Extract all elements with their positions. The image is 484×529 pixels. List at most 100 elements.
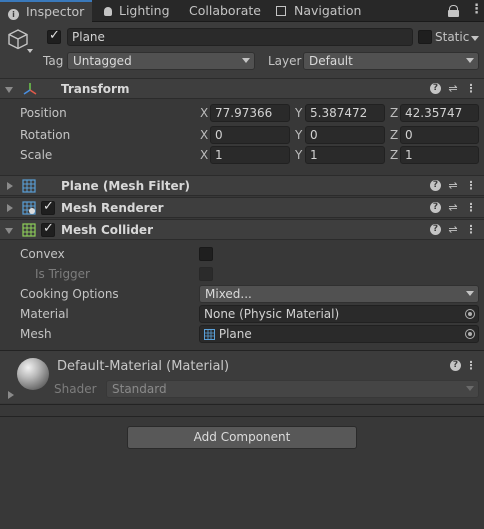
presets-icon[interactable]: ⇌ [447, 223, 459, 237]
rotation-y-field[interactable]: 0 [305, 126, 385, 144]
tab-lighting[interactable]: Lighting [104, 0, 170, 22]
tab-menu-icon[interactable]: ⋮ [470, 3, 483, 17]
chevron-down-icon [242, 58, 250, 63]
transform-axes-icon [23, 83, 37, 95]
presets-icon[interactable]: ⇌ [447, 82, 459, 96]
tab-lighting-label: Lighting [118, 3, 170, 18]
chevron-down-icon [466, 58, 474, 63]
mesh-value: Plane [218, 327, 252, 341]
scale-y-field[interactable]: 1 [305, 146, 385, 164]
shader-dropdown-value: Standard [112, 382, 167, 396]
navigation-icon [276, 6, 286, 16]
convex-label: Convex [20, 247, 65, 261]
layer-label: Layer [268, 54, 302, 68]
context-menu-icon[interactable]: ⋮ [465, 179, 477, 193]
add-component-label: Add Component [193, 430, 291, 444]
position-z-field[interactable]: 42.35747 [400, 104, 479, 122]
static-label: Static [435, 30, 470, 44]
presets-icon[interactable]: ⇌ [447, 201, 459, 215]
mesh-filter-title: Plane (Mesh Filter) [61, 179, 190, 193]
shader-label: Shader [54, 382, 97, 396]
tab-inspector[interactable]: i Inspector [0, 0, 92, 22]
context-menu-icon[interactable]: ⋮ [465, 359, 477, 373]
rotation-x-axis-label[interactable]: X [200, 128, 208, 142]
material-header[interactable]: Default-Material (Material) ? ⋮ Shader S… [0, 351, 484, 403]
rotation-z-axis-label[interactable]: Z [390, 128, 398, 142]
mesh-collider-title: Mesh Collider [61, 223, 153, 237]
help-icon[interactable]: ? [430, 83, 441, 94]
scale-y-axis-label[interactable]: Y [295, 148, 302, 162]
mesh-renderer-enabled-checkbox[interactable] [41, 199, 55, 215]
layer-dropdown[interactable]: Default [303, 52, 479, 70]
position-y-axis-label[interactable]: Y [295, 106, 302, 120]
tab-collaborate-label: Collaborate [189, 3, 261, 18]
divider [0, 416, 484, 417]
chevron-down-icon [466, 291, 474, 296]
rotation-y-axis-label[interactable]: Y [295, 128, 302, 142]
mesh-renderer-title: Mesh Renderer [61, 201, 164, 215]
foldout-arrow-icon[interactable] [5, 87, 13, 93]
static-checkbox[interactable] [418, 30, 432, 44]
context-menu-icon[interactable]: ⋮ [465, 82, 477, 96]
icon-dropdown-arrow[interactable] [27, 49, 33, 53]
lock-icon-body [448, 10, 459, 17]
cooking-options-label: Cooking Options [20, 287, 119, 301]
tag-dropdown[interactable]: Untagged [67, 52, 255, 70]
help-icon[interactable]: ? [450, 360, 461, 371]
is-trigger-checkbox [199, 267, 213, 281]
mesh-collider-header[interactable]: Mesh Collider ? ⇌ ⋮ [0, 219, 484, 240]
context-menu-icon[interactable]: ⋮ [465, 201, 477, 215]
context-menu-icon[interactable]: ⋮ [465, 223, 477, 237]
foldout-arrow-icon[interactable] [7, 204, 13, 212]
transform-header[interactable]: Transform ? ⇌ ⋮ [0, 78, 484, 99]
component-icons: ? ⋮ [448, 359, 478, 373]
foldout-arrow-icon[interactable] [5, 228, 13, 234]
gameobject-name-field[interactable]: Plane [67, 28, 413, 46]
object-picker-icon[interactable] [465, 309, 475, 319]
physic-material-value: None (Physic Material) [204, 307, 340, 321]
foldout-arrow-icon[interactable] [7, 182, 13, 190]
position-x-field[interactable]: 77.97366 [210, 104, 290, 122]
scale-label: Scale [20, 148, 53, 162]
gameobject-header: Plane Static Tag Untagged Layer Default [0, 22, 484, 78]
scale-x-axis-label[interactable]: X [200, 148, 208, 162]
scale-x-field[interactable]: 1 [210, 146, 290, 164]
lightbulb-icon [104, 7, 112, 16]
info-icon: i [8, 9, 19, 20]
physic-material-field[interactable]: None (Physic Material) [199, 305, 479, 323]
position-label: Position [20, 106, 67, 120]
presets-icon[interactable]: ⇌ [447, 179, 459, 193]
mesh-asset-icon [204, 329, 215, 340]
mesh-field[interactable]: Plane [199, 325, 479, 343]
scale-z-field[interactable]: 1 [400, 146, 479, 164]
component-icons: ? ⇌ ⋮ [428, 179, 478, 193]
tab-navigation[interactable]: Navigation [276, 0, 361, 22]
position-x-axis-label[interactable]: X [200, 106, 208, 120]
mesh-collider-enabled-checkbox[interactable] [41, 221, 55, 237]
mesh-filter-header[interactable]: Plane (Mesh Filter) ? ⇌ ⋮ [0, 175, 484, 196]
rotation-x-field[interactable]: 0 [210, 126, 290, 144]
convex-checkbox[interactable] [199, 247, 213, 261]
help-icon[interactable]: ? [430, 224, 441, 235]
add-component-button[interactable]: Add Component [127, 426, 357, 449]
cube-icon [8, 29, 28, 50]
position-z-axis-label[interactable]: Z [390, 106, 398, 120]
position-y-field[interactable]: 5.387472 [305, 104, 385, 122]
transform-title: Transform [61, 82, 130, 96]
rotation-z-field[interactable]: 0 [400, 126, 479, 144]
tag-dropdown-value: Untagged [73, 54, 132, 68]
component-icons: ? ⇌ ⋮ [428, 223, 478, 237]
scale-z-axis-label[interactable]: Z [390, 148, 398, 162]
mesh-filter-icon [22, 179, 36, 193]
object-picker-icon[interactable] [465, 329, 475, 339]
help-icon[interactable]: ? [430, 202, 441, 213]
material-preview-sphere [17, 358, 49, 390]
tab-collaborate[interactable]: Collaborate [189, 0, 261, 22]
active-checkbox[interactable] [47, 28, 61, 44]
cooking-options-dropdown[interactable]: Mixed... [199, 285, 479, 303]
mesh-renderer-header[interactable]: Mesh Renderer ? ⇌ ⋮ [0, 197, 484, 218]
foldout-arrow-icon[interactable] [8, 391, 14, 399]
static-dropdown-arrow[interactable] [471, 36, 479, 41]
rotation-label: Rotation [20, 128, 71, 142]
help-icon[interactable]: ? [430, 180, 441, 191]
